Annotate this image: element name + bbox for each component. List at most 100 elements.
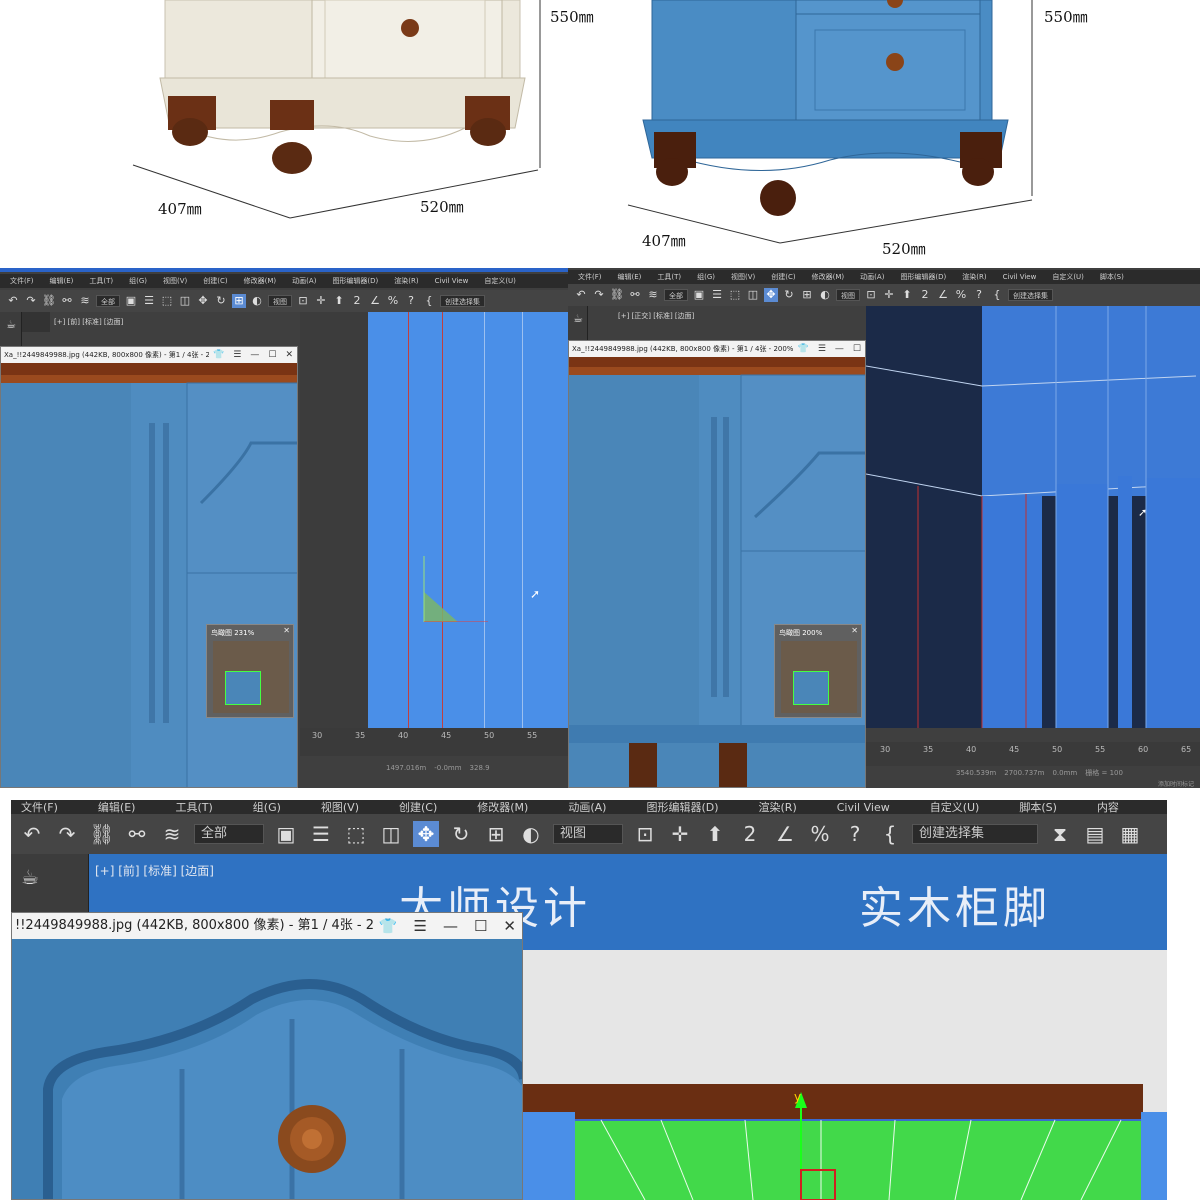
link-icon[interactable]: ⛓ xyxy=(42,294,56,308)
menu-item[interactable]: 创建(C) xyxy=(203,276,227,286)
menu-item[interactable]: 组(G) xyxy=(697,272,715,282)
reference-coord-dropdown[interactable]: 视图 xyxy=(553,824,623,844)
maximize-icon[interactable]: ☐ xyxy=(853,341,861,357)
menu-item[interactable]: Civil View xyxy=(837,801,890,814)
menu-item[interactable]: 视图(V) xyxy=(163,276,187,286)
menu-item[interactable]: 视图(V) xyxy=(321,800,359,814)
minimize-icon[interactable]: — xyxy=(250,347,259,363)
close-icon[interactable]: ✕ xyxy=(285,347,293,363)
snap-icon[interactable]: 2 xyxy=(350,294,364,308)
coordinate-x[interactable]: 1497.016m xyxy=(386,764,426,772)
scale-icon[interactable]: ⊞ xyxy=(800,288,814,302)
unlink-icon[interactable]: ⚯ xyxy=(628,288,642,302)
transform-gizmo[interactable] xyxy=(418,552,498,622)
menu-item[interactable]: 修改器(M) xyxy=(812,272,845,282)
snap-icon[interactable]: 2 xyxy=(737,821,763,847)
timeline-ruler[interactable]: 30 35 40 45 50 55 60 65 xyxy=(866,742,1200,766)
keyboard-shortcut-icon[interactable]: ⬆ xyxy=(900,288,914,302)
teapot-icon[interactable]: ☕ xyxy=(571,312,585,326)
move-icon[interactable]: ✥ xyxy=(196,294,210,308)
menu-item[interactable]: 工具(T) xyxy=(89,276,113,286)
angle-snap-icon[interactable]: ∠ xyxy=(772,821,798,847)
menu-item[interactable]: 编辑(E) xyxy=(618,272,642,282)
bind-spacewarp-icon[interactable]: ≋ xyxy=(78,294,92,308)
image-viewer-window[interactable]: !!2449849988.jpg (442KB, 800x800 像素) - 第… xyxy=(11,912,523,1200)
move-icon[interactable]: ✥ xyxy=(413,821,439,847)
select-by-name-icon[interactable]: ☰ xyxy=(308,821,334,847)
keyboard-shortcut-icon[interactable]: ⬆ xyxy=(702,821,728,847)
add-time-tag[interactable]: 添加时间标记 xyxy=(1158,779,1200,788)
select-object-icon[interactable]: ▣ xyxy=(124,294,138,308)
move-icon[interactable]: ✥ xyxy=(764,288,778,302)
align-icon[interactable]: ▤ xyxy=(1082,821,1108,847)
menu-item[interactable]: 动画(A) xyxy=(292,276,316,286)
tshirt-icon[interactable]: 👕 xyxy=(213,347,224,363)
spinner-snap-icon[interactable]: ? xyxy=(842,821,868,847)
rect-selection-icon[interactable]: ⬚ xyxy=(160,294,174,308)
menu-item[interactable]: 图形编辑器(D) xyxy=(900,272,946,282)
select-manipulate-icon[interactable]: ✛ xyxy=(667,821,693,847)
pivot-icon[interactable]: ⊡ xyxy=(632,821,658,847)
menu-icon[interactable]: ☰ xyxy=(414,913,427,939)
window-crossing-icon[interactable]: ◫ xyxy=(746,288,760,302)
select-manipulate-icon[interactable]: ✛ xyxy=(882,288,896,302)
pivot-icon[interactable]: ⊡ xyxy=(296,294,310,308)
reference-coord-dropdown[interactable]: 视图 xyxy=(836,289,860,301)
menu-item[interactable]: 创建(C) xyxy=(399,800,437,814)
coordinate-y[interactable]: 2700.737m xyxy=(1004,769,1044,777)
tshirt-icon[interactable]: 👕 xyxy=(379,913,398,939)
named-selection-icon[interactable]: { xyxy=(877,821,903,847)
menu-item[interactable]: 组(G) xyxy=(253,800,281,814)
percent-snap-icon[interactable]: % xyxy=(807,821,833,847)
menu-item[interactable]: 工具(T) xyxy=(175,800,212,814)
redo-icon[interactable]: ↷ xyxy=(54,821,80,847)
spinner-snap-icon[interactable]: ? xyxy=(972,288,986,302)
named-selection-dropdown[interactable]: 创建选择集 xyxy=(912,824,1038,844)
close-icon[interactable]: ✕ xyxy=(851,626,858,635)
rotate-icon[interactable]: ↻ xyxy=(782,288,796,302)
menu-icon[interactable]: ☰ xyxy=(233,347,241,363)
menu-item[interactable]: 动画(A) xyxy=(860,272,884,282)
named-selection-icon[interactable]: { xyxy=(990,288,1004,302)
select-object-icon[interactable]: ▣ xyxy=(273,821,299,847)
image-viewer-window[interactable]: Xa_!!2449849988.jpg (442KB, 800x800 像素) … xyxy=(0,346,298,788)
rotate-icon[interactable]: ↻ xyxy=(448,821,474,847)
select-object-icon[interactable]: ▣ xyxy=(692,288,706,302)
placement-icon[interactable]: ◐ xyxy=(250,294,264,308)
menu-item[interactable]: 文件(F) xyxy=(578,272,602,282)
layer-table-icon[interactable]: ▦ xyxy=(1117,821,1143,847)
coordinate-x[interactable]: 3540.539m xyxy=(956,769,996,777)
minimize-icon[interactable]: — xyxy=(443,913,458,939)
menu-item[interactable]: 自定义(U) xyxy=(1052,272,1084,282)
rotate-icon[interactable]: ↻ xyxy=(214,294,228,308)
redo-icon[interactable]: ↷ xyxy=(24,294,38,308)
menu-item[interactable]: 自定义(U) xyxy=(484,276,516,286)
maximize-icon[interactable]: ☐ xyxy=(268,347,276,363)
menu-item[interactable]: 组(G) xyxy=(129,276,147,286)
minimize-icon[interactable]: — xyxy=(835,341,844,357)
undo-icon[interactable]: ↶ xyxy=(19,821,45,847)
snap-icon[interactable]: 2 xyxy=(918,288,932,302)
close-icon[interactable]: ✕ xyxy=(283,626,290,635)
rect-selection-icon[interactable]: ⬚ xyxy=(728,288,742,302)
percent-snap-icon[interactable]: % xyxy=(386,294,400,308)
menu-item[interactable]: 文件(F) xyxy=(10,276,34,286)
rect-selection-icon[interactable]: ⬚ xyxy=(343,821,369,847)
menu-item[interactable]: 视图(V) xyxy=(731,272,755,282)
select-by-name-icon[interactable]: ☰ xyxy=(142,294,156,308)
named-selection-dropdown[interactable]: 创建选择集 xyxy=(1008,289,1053,301)
window-crossing-icon[interactable]: ◫ xyxy=(378,821,404,847)
timeline-ruler[interactable]: 30 35 40 45 50 55 xyxy=(300,728,568,756)
coordinate-y[interactable]: -0.0mm xyxy=(434,764,461,772)
named-selection-dropdown[interactable]: 创建选择集 xyxy=(440,295,485,307)
placement-icon[interactable]: ◐ xyxy=(818,288,832,302)
menu-item[interactable]: 脚本(S) xyxy=(1019,800,1057,814)
navigator-panel[interactable]: 鸟瞰图 200% ✕ xyxy=(774,624,862,718)
navigator-panel[interactable]: 鸟瞰图 231% ✕ xyxy=(206,624,294,718)
named-selection-icon[interactable]: { xyxy=(422,294,436,308)
undo-icon[interactable]: ↶ xyxy=(574,288,588,302)
menu-item[interactable]: 修改器(M) xyxy=(477,800,528,814)
bind-spacewarp-icon[interactable]: ≋ xyxy=(646,288,660,302)
bind-spacewarp-icon[interactable]: ≋ xyxy=(159,821,185,847)
menu-item[interactable]: Civil View xyxy=(435,277,469,285)
